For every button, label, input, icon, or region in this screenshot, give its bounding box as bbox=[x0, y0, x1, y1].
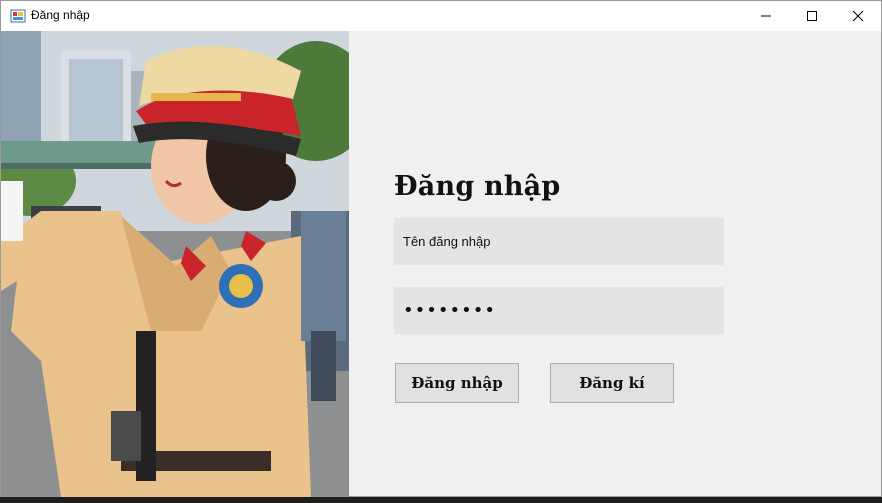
officer-photo bbox=[1, 31, 349, 497]
title-bar[interactable]: Đăng nhập bbox=[1, 1, 881, 31]
minimize-icon bbox=[761, 15, 771, 17]
login-window: Đăng nhập Đăng nhập Tên đăng nhập ••••••… bbox=[0, 0, 882, 497]
page-title: Đăng nhập bbox=[394, 171, 561, 202]
login-button[interactable]: Đăng nhập bbox=[395, 363, 519, 403]
maximize-button[interactable] bbox=[789, 1, 835, 31]
username-field[interactable] bbox=[394, 218, 724, 265]
username-input[interactable] bbox=[394, 218, 724, 265]
close-icon bbox=[852, 10, 864, 22]
app-form-icon bbox=[10, 9, 26, 23]
password-field[interactable] bbox=[394, 287, 724, 334]
minimize-button[interactable] bbox=[743, 1, 789, 31]
close-button[interactable] bbox=[835, 1, 881, 31]
background-strip bbox=[0, 497, 882, 503]
password-input[interactable] bbox=[394, 287, 724, 334]
officer-photo-drawing bbox=[1, 31, 349, 497]
register-button[interactable]: Đăng kí bbox=[550, 363, 674, 403]
window-title: Đăng nhập bbox=[31, 8, 90, 22]
maximize-icon bbox=[807, 11, 817, 21]
